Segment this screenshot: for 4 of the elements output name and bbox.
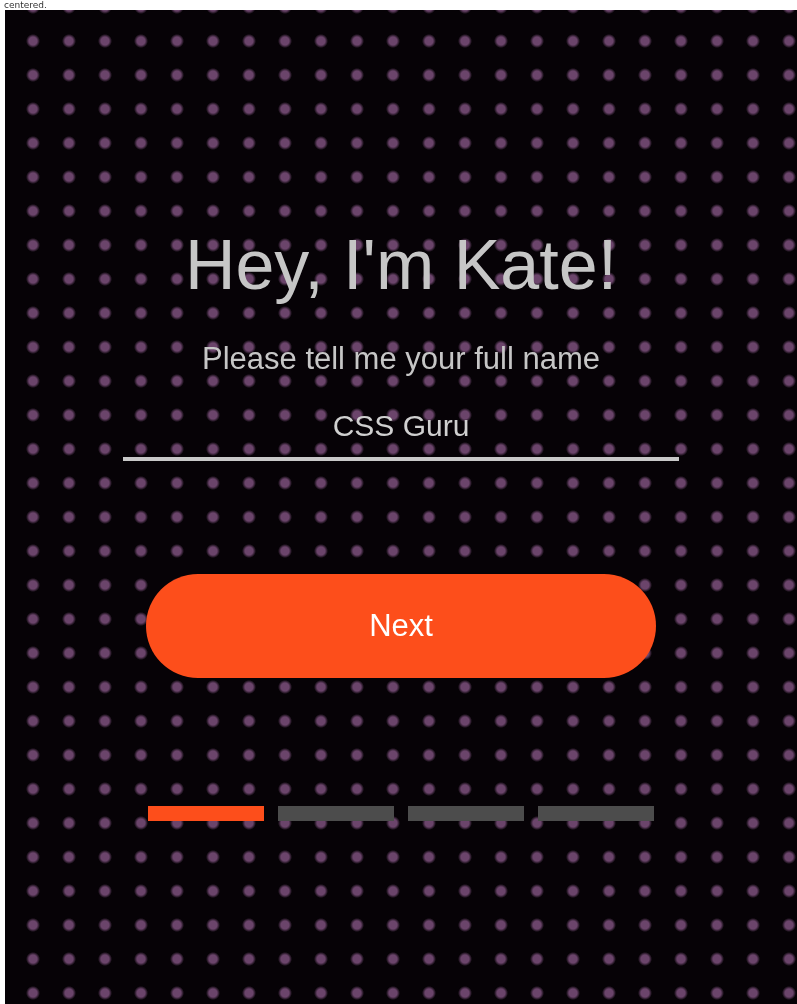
prompt-text: Please tell me your full name [202, 341, 600, 377]
name-input-field[interactable]: CSS Guru [123, 405, 679, 461]
heading: Hey, I'm Kate! [184, 225, 618, 306]
caption-text: centered. [4, 0, 47, 10]
